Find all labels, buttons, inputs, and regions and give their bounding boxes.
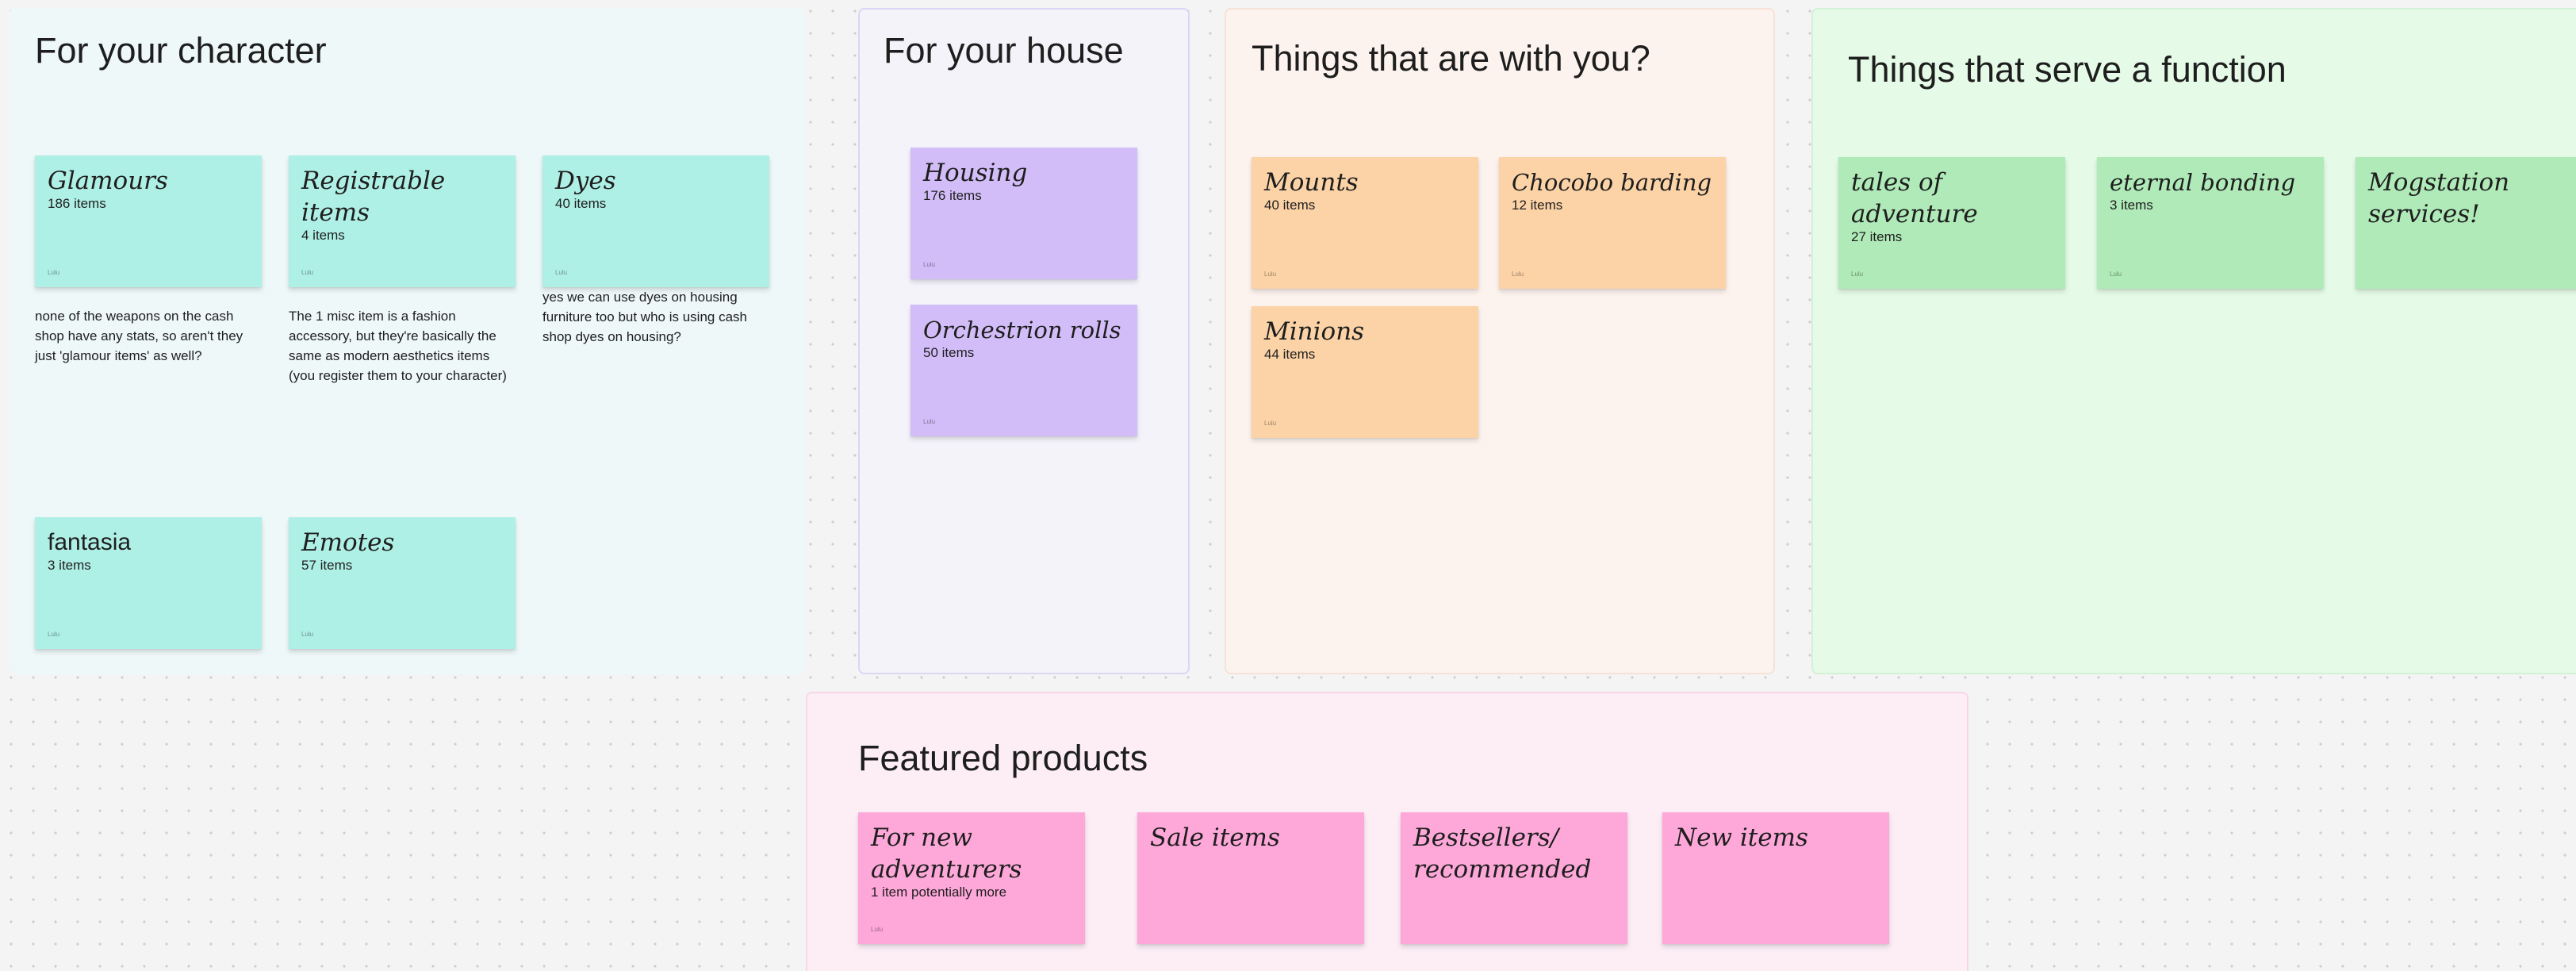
sticky-title: Chocobo barding [1512, 169, 1712, 196]
section-featured-products[interactable]: Featured products For new adventurers 1 … [806, 692, 1968, 971]
sticky-title: Mounts [1264, 168, 1359, 197]
sticky-author: Lulu [2110, 271, 2122, 278]
section-title: For your house [884, 30, 1124, 71]
sticky-author: Lulu [1851, 271, 1864, 278]
sticky-count: 40 items [555, 196, 607, 211]
sticky-orchestrion-rolls[interactable]: Orchestrion rolls 50 items Lulu [910, 305, 1137, 436]
sticky-title: Orchestrion rolls [923, 317, 1121, 343]
comment-note-glamours: none of the weapons on the cash shop hav… [35, 309, 243, 363]
section-things-serve-function[interactable]: Things that serve a function tales of ad… [1811, 8, 2576, 674]
sticky-bestsellers-recommended[interactable]: Bestsellers/ recommended [1401, 812, 1627, 944]
sticky-sale-items[interactable]: Sale items [1137, 812, 1364, 944]
section-for-your-character[interactable]: For your character Glamours 186 items Lu… [10, 8, 804, 674]
section-title: Things that serve a function [1848, 49, 2287, 90]
sticky-count: 3 items [2110, 198, 2153, 213]
sticky-count: 186 items [48, 196, 106, 211]
sticky-author: Lulu [555, 269, 568, 276]
sticky-count: 57 items [301, 558, 353, 573]
sticky-eternal-bonding[interactable]: eternal bonding 3 items Lulu [2097, 157, 2324, 289]
sticky-mounts[interactable]: Mounts 40 items Lulu [1252, 157, 1478, 289]
sticky-count: 40 items [1264, 198, 1316, 213]
section-title: Things that are with you? [1252, 38, 1650, 79]
sticky-count: 44 items [1264, 347, 1316, 362]
sticky-count: 1 item potentially more [871, 885, 1007, 900]
sticky-author: Lulu [301, 631, 314, 638]
sticky-author: Lulu [48, 269, 60, 276]
section-for-your-house[interactable]: For your house Housing 176 items Lulu Or… [858, 8, 1190, 674]
comment-note-dyes: yes we can use dyes on housing furniture… [542, 290, 747, 344]
sticky-count: 176 items [923, 188, 982, 203]
sticky-author: Lulu [1264, 420, 1277, 427]
sticky-title: Registrable items [301, 167, 446, 227]
sticky-title: Glamours [48, 167, 168, 195]
sticky-title: tales of adventure [1851, 168, 1978, 228]
sticky-minions[interactable]: Minions 44 items Lulu [1252, 306, 1478, 438]
sticky-glamours[interactable]: Glamours 186 items Lulu [35, 155, 262, 287]
sticky-for-new-adventurers[interactable]: For new adventurers 1 item potentially m… [858, 812, 1085, 944]
sticky-registrable-items[interactable]: Registrable items 4 items Lulu [289, 155, 516, 287]
sticky-title: Housing [923, 159, 1028, 187]
section-title: For your character [35, 30, 327, 71]
sticky-tales-of-adventure[interactable]: tales of adventure 27 items Lulu [1838, 157, 2065, 289]
sticky-count: 12 items [1512, 198, 1563, 213]
sticky-author: Lulu [1264, 271, 1277, 278]
sticky-count: 27 items [1851, 229, 1903, 244]
sticky-title: Mogstation services! [2368, 168, 2510, 228]
sticky-title: Minions [1264, 317, 1365, 346]
sticky-title: Dyes [555, 167, 616, 195]
sticky-title: fantasia [48, 529, 132, 555]
sticky-new-items[interactable]: New items [1662, 812, 1889, 944]
sticky-title: eternal bonding [2110, 169, 2296, 196]
section-things-with-you[interactable]: Things that are with you? Mounts 40 item… [1225, 8, 1775, 674]
sticky-author: Lulu [1512, 271, 1524, 278]
sticky-fantasia[interactable]: fantasia 3 items Lulu [35, 517, 262, 649]
sticky-mogstation-services[interactable]: Mogstation services! [2356, 157, 2576, 289]
sticky-housing[interactable]: Housing 176 items Lulu [910, 148, 1137, 279]
sticky-title: Sale items [1150, 823, 1280, 852]
sticky-title: For new adventurers [871, 823, 1022, 884]
sticky-author: Lulu [48, 631, 60, 638]
comment-note-registrable: The 1 misc item is a fashion accessory, … [289, 309, 507, 383]
sticky-author: Lulu [923, 261, 936, 268]
sticky-emotes[interactable]: Emotes 57 items Lulu [289, 517, 516, 649]
sticky-author: Lulu [301, 269, 314, 276]
section-title: Featured products [858, 738, 1148, 778]
sticky-count: 3 items [48, 558, 91, 573]
sticky-title: New items [1675, 823, 1808, 852]
sticky-dyes[interactable]: Dyes 40 items Lulu [542, 155, 769, 287]
sticky-count: 4 items [301, 228, 345, 243]
sticky-author: Lulu [923, 418, 936, 425]
sticky-title: Bestsellers/ recommended [1413, 823, 1592, 884]
sticky-chocobo-barding[interactable]: Chocobo barding 12 items Lulu [1499, 157, 1726, 289]
sticky-author: Lulu [871, 926, 884, 933]
sticky-count: 50 items [923, 345, 975, 360]
sticky-title: Emotes [301, 528, 395, 557]
